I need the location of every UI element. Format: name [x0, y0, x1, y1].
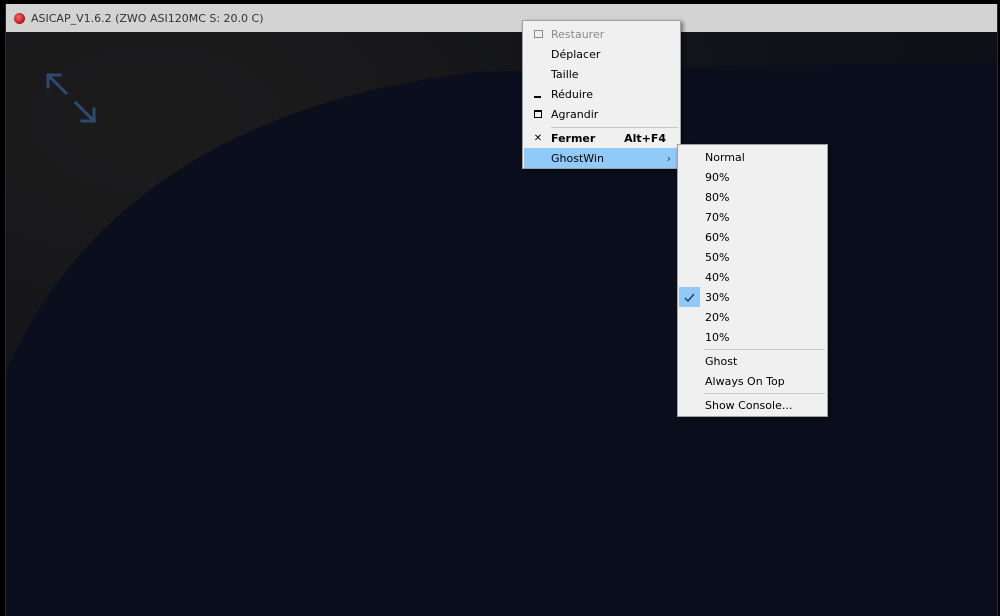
camera-viewport[interactable]	[6, 32, 997, 616]
menu-item-ghost[interactable]: Ghost	[678, 351, 827, 371]
submenu-arrow-icon: ›	[666, 151, 671, 165]
menu-item-always-on-top[interactable]: Always On Top	[678, 371, 827, 391]
checkmark-icon	[679, 287, 700, 307]
menu-item-60[interactable]: 60%	[678, 227, 827, 247]
menu-item-10[interactable]: 10%	[678, 327, 827, 347]
menu-item-show-console[interactable]: Show Console...	[678, 395, 827, 415]
menu-item-30[interactable]: 30%	[678, 287, 827, 307]
menu-item-close[interactable]: ✕ Fermer Alt+F4	[523, 128, 680, 148]
minimize-icon	[531, 93, 545, 98]
menu-item-normal[interactable]: Normal	[678, 147, 827, 167]
app-icon[interactable]	[14, 12, 25, 24]
close-shortcut: Alt+F4	[624, 131, 666, 145]
ghostwin-submenu: Normal 90% 80% 70% 60% 50% 40% 30% 20% 1…	[677, 144, 828, 417]
menu-item-maximize[interactable]: Agrandir	[523, 104, 680, 124]
menu-item-20[interactable]: 20%	[678, 307, 827, 327]
menu-item-70[interactable]: 70%	[678, 207, 827, 227]
title-bar[interactable]: ASICAP_V1.6.2 (ZWO ASI120MC S: 20.0 C)	[6, 4, 997, 32]
menu-item-restore[interactable]: Restaurer	[523, 24, 680, 44]
restore-icon	[531, 30, 545, 38]
menu-item-80[interactable]: 80%	[678, 187, 827, 207]
menu-item-size[interactable]: Taille	[523, 64, 680, 84]
menu-item-minimize[interactable]: Réduire	[523, 84, 680, 104]
system-menu: Restaurer Déplacer Taille Réduire Agrand…	[522, 20, 681, 169]
menu-item-90[interactable]: 90%	[678, 167, 827, 187]
menu-separator	[704, 349, 825, 350]
window-title: ASICAP_V1.6.2 (ZWO ASI120MC S: 20.0 C)	[31, 11, 264, 25]
menu-separator	[704, 393, 825, 394]
expand-arrows-icon[interactable]	[44, 71, 98, 125]
close-icon: ✕	[533, 132, 543, 144]
camera-image	[6, 32, 997, 616]
menu-item-50[interactable]: 50%	[678, 247, 827, 267]
menu-item-40[interactable]: 40%	[678, 267, 827, 287]
maximize-icon	[531, 110, 545, 118]
menu-item-move[interactable]: Déplacer	[523, 44, 680, 64]
app-window: ASICAP_V1.6.2 (ZWO ASI120MC S: 20.0 C)	[5, 4, 998, 616]
menu-item-ghostwin[interactable]: GhostWin ›	[524, 148, 679, 168]
